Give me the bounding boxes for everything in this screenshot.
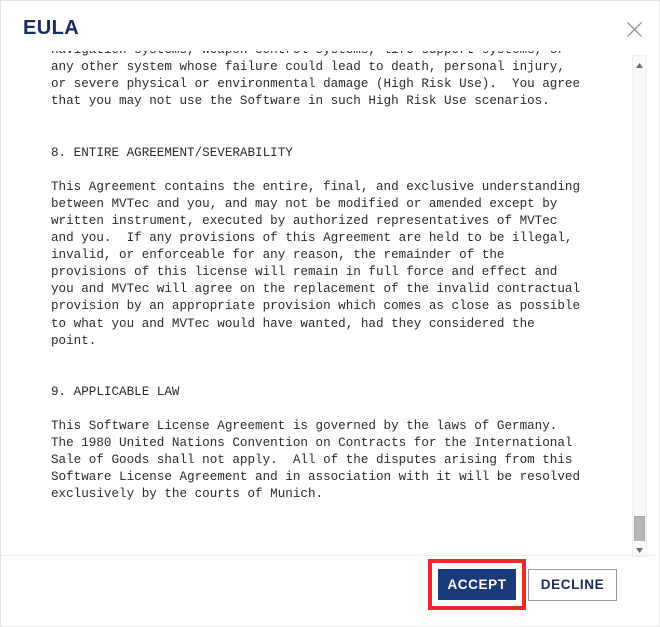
eula-line: Sale of Goods shall not apply. All of th… bbox=[51, 453, 573, 468]
eula-line: provision by an appropriate provision wh… bbox=[51, 299, 581, 314]
eula-dialog: EULA navigation systems, weapon control … bbox=[0, 0, 660, 627]
scroll-up-button[interactable] bbox=[633, 56, 646, 71]
eula-text-scroll-area[interactable]: navigation systems, weapon control syste… bbox=[2, 51, 598, 557]
eula-line: to what you and MVTec would have wanted,… bbox=[51, 316, 535, 331]
eula-line: provisions of this license will remain i… bbox=[51, 265, 558, 280]
eula-line: point. bbox=[51, 333, 97, 348]
triangle-up-icon bbox=[636, 55, 643, 73]
eula-line: navigation systems, weapon control syste… bbox=[51, 51, 591, 59]
page-title: EULA bbox=[23, 17, 80, 39]
eula-line bbox=[51, 367, 591, 384]
eula-line bbox=[51, 127, 591, 144]
eula-line: 8. ENTIRE AGREEMENT/SEVERABILITY bbox=[51, 145, 293, 160]
eula-line bbox=[51, 162, 591, 179]
eula-line: any other system whose failure could lea… bbox=[51, 60, 565, 75]
eula-line: This Agreement contains the entire, fina… bbox=[51, 179, 581, 194]
eula-line: 9. APPLICABLE LAW bbox=[51, 384, 180, 399]
close-icon bbox=[626, 21, 643, 38]
eula-line: or severe physical or environmental dama… bbox=[51, 77, 581, 92]
eula-line bbox=[51, 350, 591, 367]
eula-line bbox=[51, 110, 591, 127]
decline-button[interactable]: DECLINE bbox=[528, 569, 617, 601]
eula-line: you and MVTec will agree on the replacem… bbox=[51, 282, 581, 297]
eula-line: Software License Agreement and in associ… bbox=[51, 470, 581, 485]
eula-text-content: navigation systems, weapon control syste… bbox=[51, 51, 591, 504]
eula-line: between MVTec and you, and may not be mo… bbox=[51, 196, 558, 211]
eula-line: The 1980 United Nations Convention on Co… bbox=[51, 436, 573, 451]
dialog-header: EULA bbox=[1, 1, 659, 51]
vertical-scrollbar[interactable] bbox=[632, 55, 647, 557]
eula-line: that you may not use the Software in suc… bbox=[51, 94, 550, 109]
eula-line: written instrument, executed by authoriz… bbox=[51, 213, 558, 228]
eula-line bbox=[51, 401, 591, 418]
accept-button[interactable]: ACCEPT bbox=[438, 569, 516, 600]
eula-line: invalid, or enforceable for any reason, … bbox=[51, 248, 505, 263]
close-button[interactable] bbox=[621, 16, 647, 42]
eula-line: This Software License Agreement is gover… bbox=[51, 419, 558, 434]
scroll-down-button[interactable] bbox=[633, 541, 646, 556]
eula-line: exclusively by the courts of Munich. bbox=[51, 487, 324, 502]
eula-line: and you. If any provisions of this Agree… bbox=[51, 231, 573, 246]
dialog-footer: ACCEPT DECLINE bbox=[1, 555, 659, 626]
